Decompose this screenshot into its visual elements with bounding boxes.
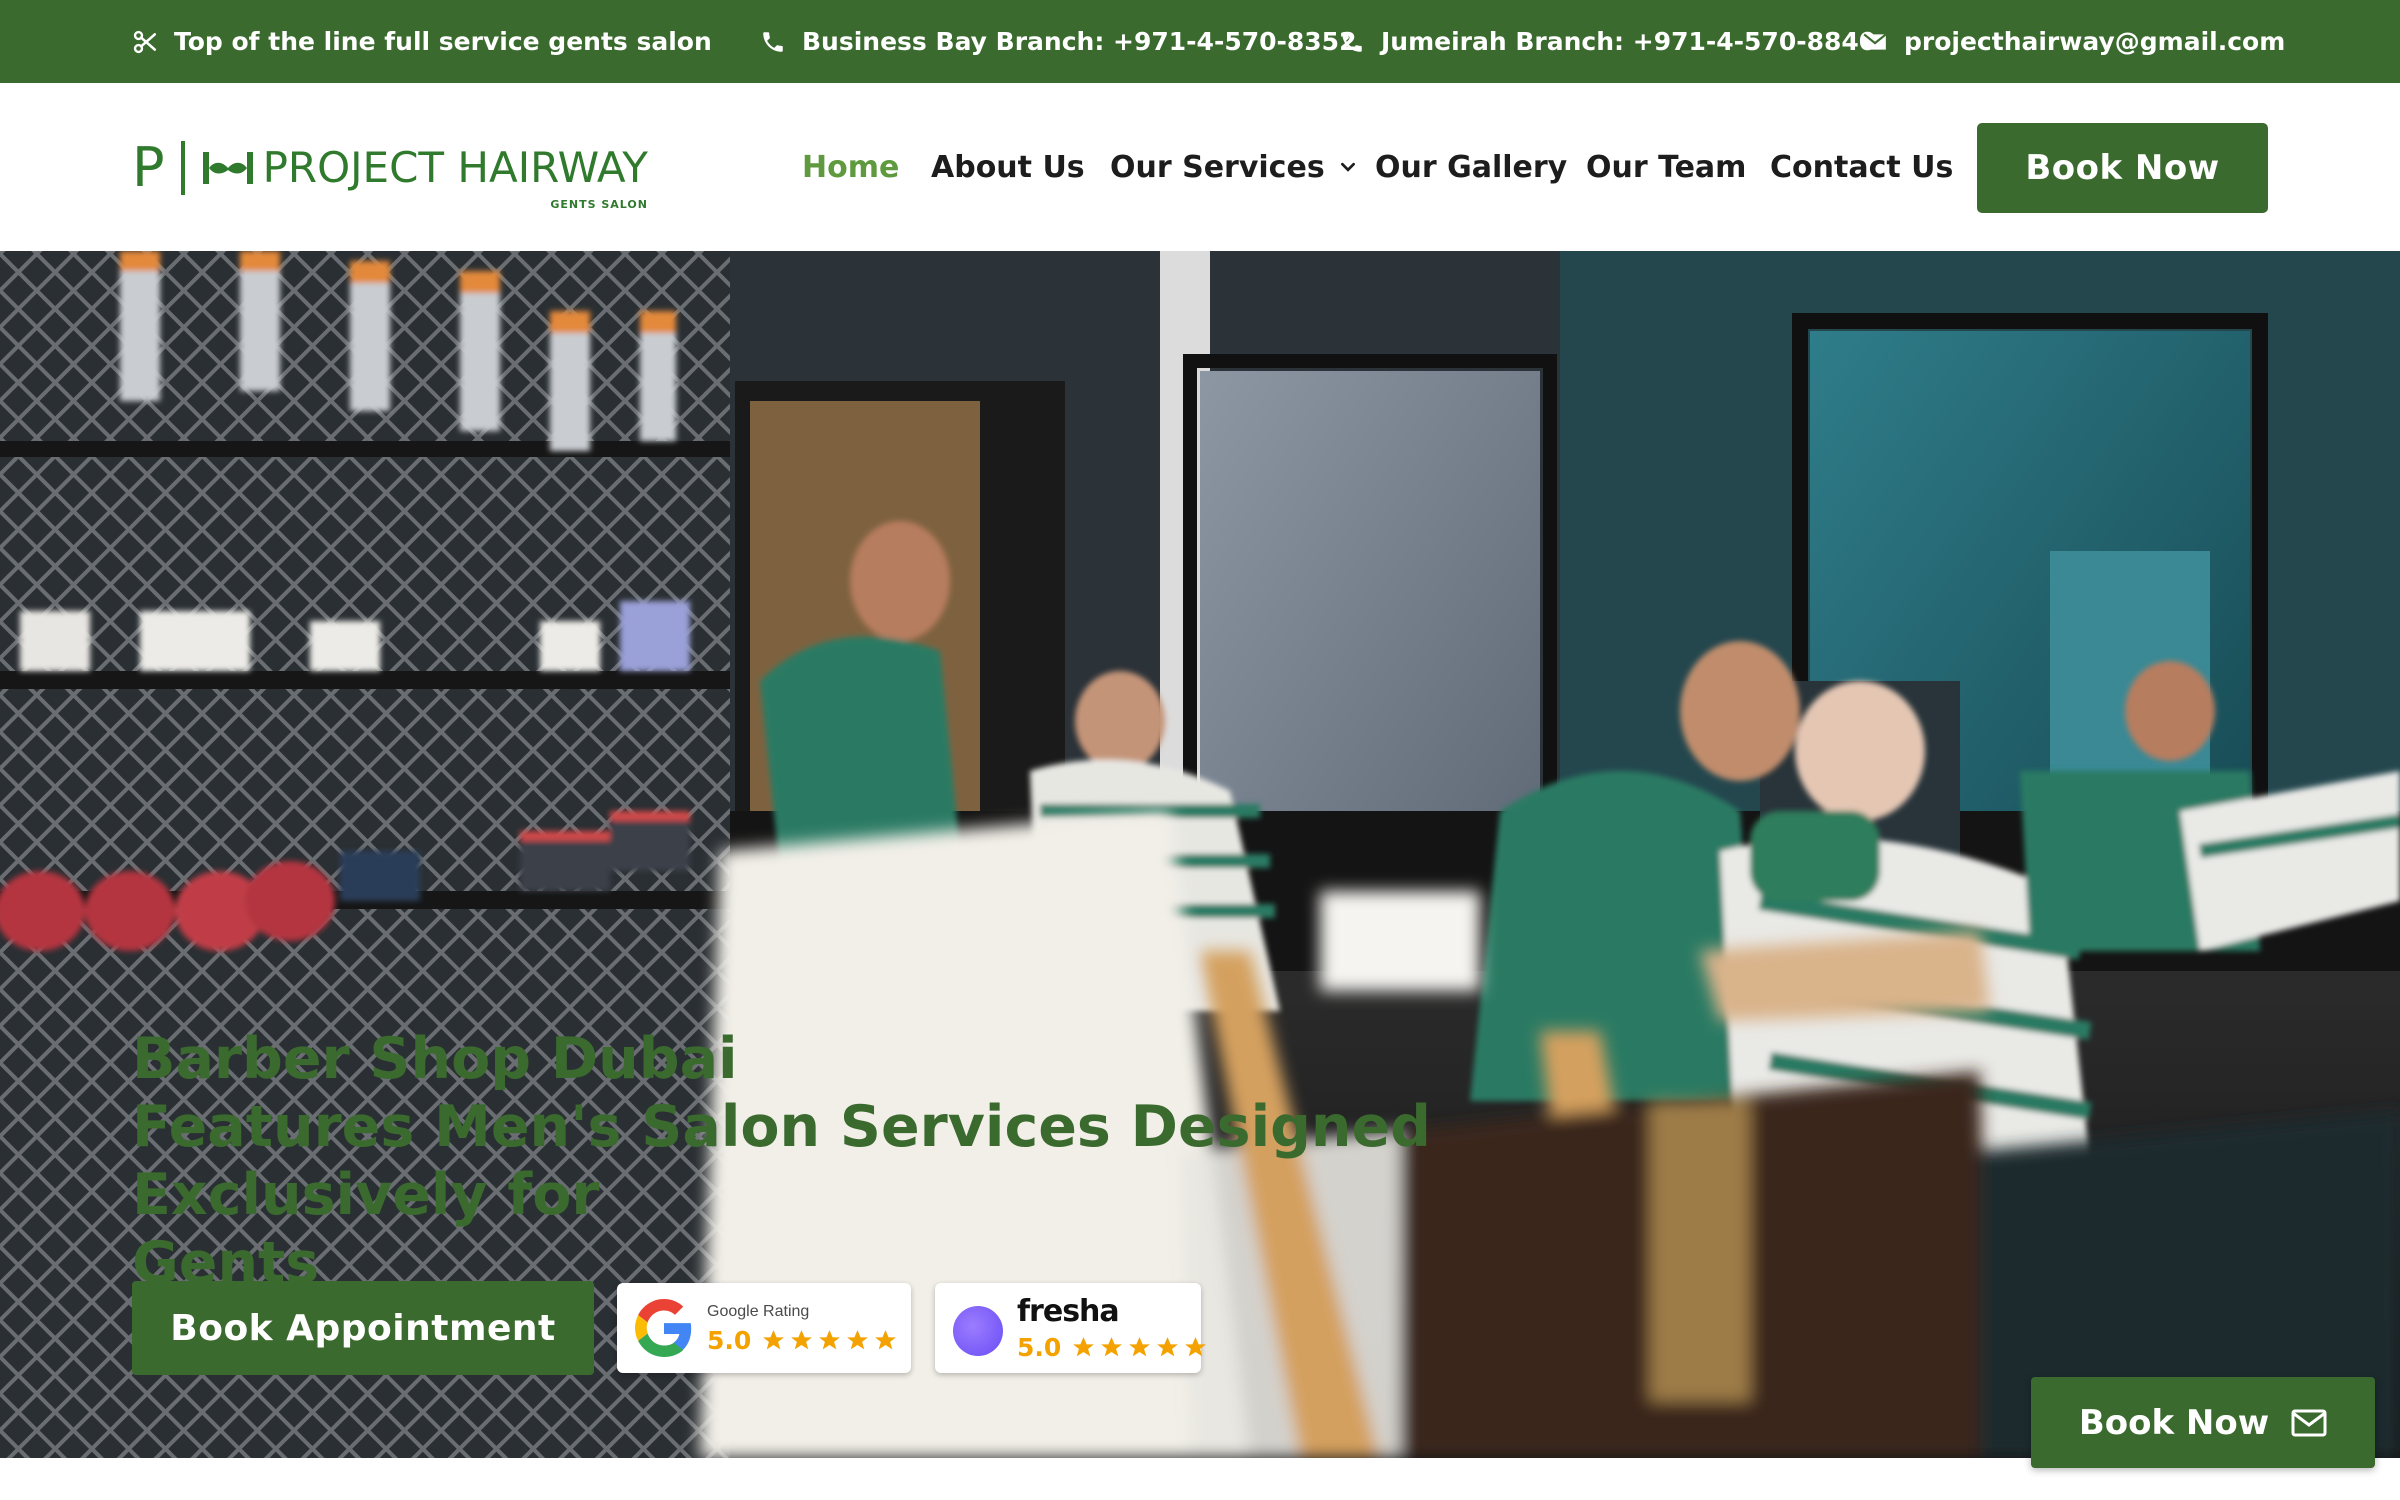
star-icon <box>847 1329 869 1349</box>
nav-home[interactable]: Home <box>802 150 899 185</box>
nav-our-team[interactable]: Our Team <box>1586 150 1746 185</box>
fresha-star-rating <box>1071 1335 1208 1360</box>
floating-book-now-label: Book Now <box>2078 1402 2270 1443</box>
fresha-label: fresha <box>1017 1293 1120 1329</box>
book-appointment-button[interactable]: Book Appointment <box>132 1281 594 1375</box>
star-icon <box>1101 1336 1123 1356</box>
tagline: Top of the line full service gents salon <box>132 0 712 83</box>
fresha-logo-icon <box>953 1306 1003 1356</box>
google-rating-label: Google Rating <box>707 1302 810 1320</box>
nav-contact-us[interactable]: Contact Us <box>1770 150 1953 185</box>
business-bay-phone-link[interactable]: Business Bay Branch: +971-4-570-8352 <box>760 0 1356 83</box>
star-icon <box>1129 1336 1151 1356</box>
book-now-header-button[interactable]: Book Now <box>1977 123 2268 213</box>
google-rating-info: Google Rating 5.0 <box>707 1302 898 1355</box>
phone-icon <box>763 31 783 52</box>
jumeirah-phone-link[interactable]: Jumeirah Branch: +971-4-570-8840 <box>1339 0 1876 83</box>
chevron-down-icon <box>1340 162 1355 172</box>
google-star-rating <box>761 1328 898 1353</box>
fresha-rating-row: 5.0 <box>1017 1333 1208 1362</box>
email-link[interactable]: projecthairway@gmail.com <box>1862 0 2285 83</box>
star-icon <box>791 1329 813 1349</box>
nav-our-gallery[interactable]: Our Gallery <box>1375 150 1567 185</box>
phone-icon <box>1342 31 1362 52</box>
fresha-rating-info: fresha 5.0 <box>1017 1293 1208 1362</box>
jumeirah-phone-text: Jumeirah Branch: +971-4-570-8840 <box>1381 27 1877 56</box>
google-rating-score: 5.0 <box>707 1325 752 1355</box>
fresha-rating-badge[interactable]: fresha 5.0 <box>935 1283 1207 1373</box>
star-icon <box>1157 1336 1179 1356</box>
google-logo-icon <box>635 1299 692 1357</box>
site-header: P PROJECT HAIRWAY GENTS SALON Home About… <box>0 83 2400 251</box>
star-icon <box>875 1329 897 1349</box>
hero-title-line-2: Features Men's Salon Services Designed E… <box>132 1094 1431 1228</box>
nav-about-us[interactable]: About Us <box>931 150 1085 185</box>
hero-title-line-1: Barber Shop Dubai <box>132 1026 738 1092</box>
google-rating-row: 5.0 <box>707 1326 898 1355</box>
fresha-rating-score: 5.0 <box>1017 1332 1062 1362</box>
google-rating-badge[interactable]: Google Rating 5.0 <box>617 1283 911 1373</box>
star-icon <box>1073 1336 1095 1356</box>
tagline-text: Top of the line full service gents salon <box>174 27 712 56</box>
star-icon <box>819 1329 841 1349</box>
email-text: projecthairway@gmail.com <box>1904 27 2286 56</box>
floating-book-now-button[interactable]: Book Now <box>2031 1377 2375 1468</box>
envelope-icon <box>1863 33 1887 50</box>
nav-our-services-label: Our Services <box>1110 149 1325 185</box>
hero-title: Barber Shop Dubai Features Men's Salon S… <box>132 1025 1732 1297</box>
star-icon <box>763 1329 785 1349</box>
business-bay-phone-text: Business Bay Branch: +971-4-570-8352 <box>802 27 1357 56</box>
nav-our-services[interactable]: Our Services <box>1110 150 1357 185</box>
envelope-icon <box>2291 1409 2327 1436</box>
top-info-bar: Top of the line full service gents salon… <box>0 0 2400 83</box>
star-icon <box>1185 1336 1207 1356</box>
hero-section: Barber Shop Dubai Features Men's Salon S… <box>0 251 2400 1458</box>
scissors-icon <box>133 30 157 53</box>
